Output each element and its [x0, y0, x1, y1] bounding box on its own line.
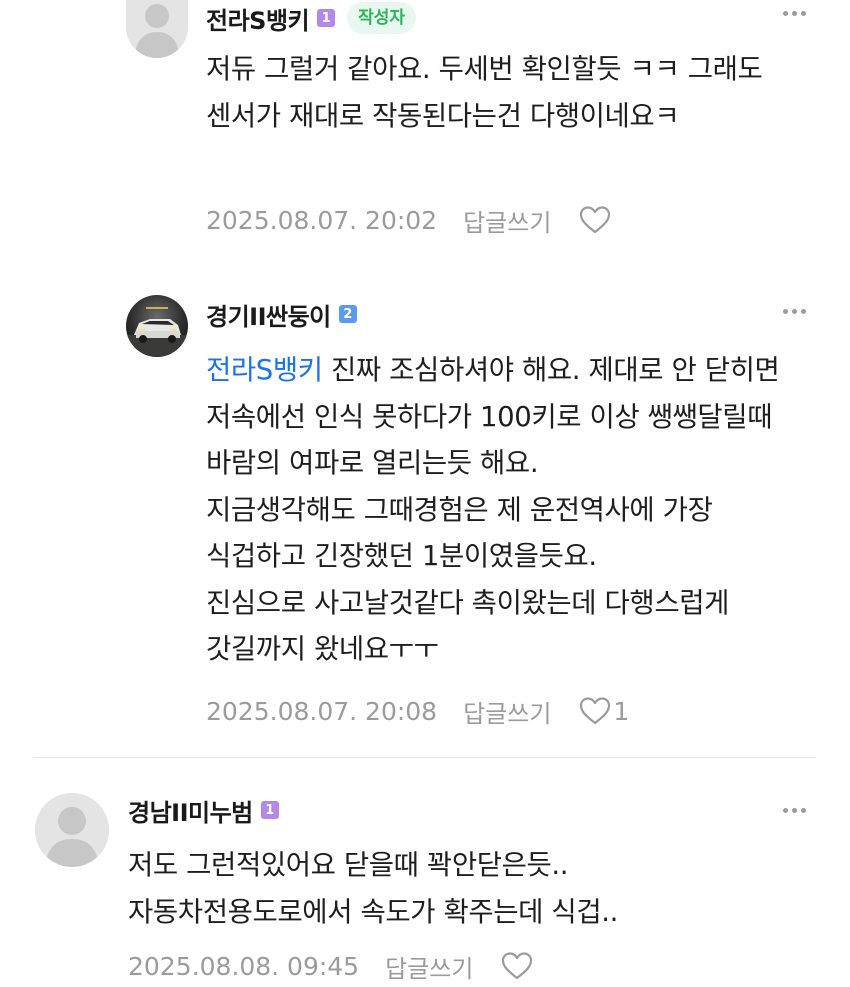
comment-timestamp: 2025.08.07. 20:08 — [206, 696, 438, 726]
comment-text-line2: 지금생각해도 그때경험은 제 운전역사에 가장 식겁하고 긴장했던 1분이였을듯… — [206, 493, 713, 573]
author-tag-badge: 작성자 — [347, 2, 417, 34]
car-photo-icon — [126, 295, 188, 357]
more-dots-icon — [782, 308, 788, 314]
level-badge: 1 — [260, 801, 279, 819]
author-name[interactable]: 경기II싼둥이 — [206, 297, 331, 332]
like-button[interactable] — [501, 951, 535, 981]
author-name[interactable]: 경남II미누범 — [128, 793, 253, 828]
author-row: 경기II싼둥이 2 — [206, 297, 357, 331]
author-name[interactable]: 전라S뱅키 — [206, 1, 310, 36]
more-options-button[interactable] — [774, 795, 814, 825]
author-row: 경남II미누범 1 — [128, 793, 279, 827]
reply-button[interactable]: 답글쓰기 — [385, 949, 473, 984]
default-user-icon — [35, 793, 109, 867]
comment-text: 저듀 그럴거 같아요. 두세번 확인할듯 ㅋㅋ 그래도 센서가 재대로 작동된다… — [206, 53, 763, 132]
more-dots-icon — [782, 10, 788, 16]
more-options-button[interactable] — [774, 296, 814, 326]
comment-text-line3: 진심으로 사고날것같다 촉이왔는데 다행스럽게 갓길까지 왔네요ㅜㅜ — [206, 586, 730, 666]
heart-outline-icon — [580, 206, 611, 234]
more-options-button[interactable] — [774, 0, 814, 28]
comment-meta: 2025.08.08. 09:45 답글쓰기 — [128, 946, 535, 986]
comment-meta: 2025.08.07. 20:08 답글쓰기 1 — [206, 691, 629, 731]
author-row: 전라S뱅키 1 작성자 — [206, 1, 417, 36]
comment-divider — [34, 757, 816, 758]
level-badge: 2 — [338, 305, 357, 323]
avatar[interactable] — [126, 0, 188, 58]
heart-outline-icon — [502, 952, 533, 980]
reply-button[interactable]: 답글쓰기 — [463, 694, 551, 729]
comment-meta: 2025.08.07. 20:02 답글쓰기 — [206, 200, 613, 240]
mention-link[interactable]: 전라S뱅키 — [206, 354, 323, 386]
heart-outline-icon — [580, 697, 611, 725]
reply-button[interactable]: 답글쓰기 — [463, 203, 551, 238]
avatar[interactable] — [126, 295, 188, 357]
avatar[interactable] — [35, 793, 109, 867]
comment-timestamp: 2025.08.08. 09:45 — [128, 951, 360, 981]
like-count: 1 — [613, 696, 630, 726]
comment-timestamp: 2025.08.07. 20:02 — [206, 205, 438, 235]
like-button[interactable] — [579, 205, 613, 235]
level-badge: 1 — [317, 9, 336, 27]
comment-text: 전라S뱅키 진짜 조심하셔야 해요. 제대로 안 닫히면 저속에선 인식 못하다… — [206, 347, 820, 673]
like-button[interactable]: 1 — [579, 696, 629, 726]
more-dots-icon — [782, 807, 788, 813]
default-user-icon — [126, 0, 188, 58]
comment-text: 저도 그런적있어요 닫을때 꽉안닫은듯.. 자동차전용도로에서 속도가 확주는데… — [128, 849, 618, 928]
